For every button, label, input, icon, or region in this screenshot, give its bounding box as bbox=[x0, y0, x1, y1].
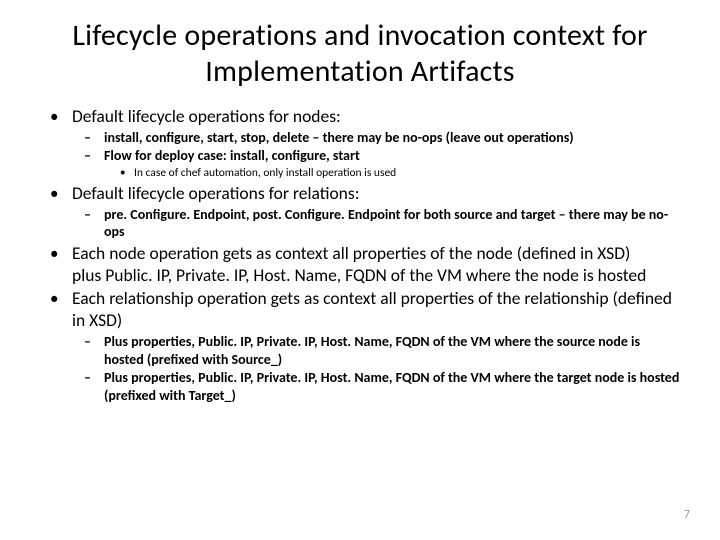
page-number: 7 bbox=[684, 508, 690, 522]
sub-item: install, configure, start, stop, delete … bbox=[72, 129, 680, 147]
bullet-text: Default lifecycle operations for relatio… bbox=[72, 182, 359, 204]
bullet-item: Default lifecycle operations for relatio… bbox=[40, 183, 680, 241]
sub-text: install, configure, start, stop, delete … bbox=[104, 129, 574, 146]
bullet-item: Default lifecycle operations for nodes: … bbox=[40, 106, 680, 181]
sub-item: Plus properties, Public. IP, Private. IP… bbox=[72, 333, 680, 368]
sub2-item: In case of chef automation, only install… bbox=[104, 166, 680, 181]
sub-list: install, configure, start, stop, delete … bbox=[72, 129, 680, 181]
slide-title: Lifecycle operations and invocation cont… bbox=[40, 18, 680, 90]
sub-text: Flow for deploy case: install, configure… bbox=[104, 147, 360, 164]
bullet-text: Default lifecycle operations for nodes: bbox=[72, 105, 341, 127]
bullet-text: Each relationship operation gets as cont… bbox=[72, 287, 672, 331]
sub2-text: In case of chef automation, only install… bbox=[134, 166, 396, 180]
sub-item: Flow for deploy case: install, configure… bbox=[72, 147, 680, 180]
sub-text: pre. Configure. Endpoint, post. Configur… bbox=[104, 206, 668, 241]
sub-text: Plus properties, Public. IP, Private. IP… bbox=[104, 333, 640, 368]
bullet-list: Default lifecycle operations for nodes: … bbox=[40, 106, 680, 404]
sub-list: Plus properties, Public. IP, Private. IP… bbox=[72, 333, 680, 404]
bullet-item: Each node operation gets as context all … bbox=[40, 243, 680, 287]
bullet-text: Each node operation gets as context all … bbox=[72, 242, 646, 286]
sub2-list: In case of chef automation, only install… bbox=[104, 166, 680, 181]
bullet-item: Each relationship operation gets as cont… bbox=[40, 288, 680, 404]
sub-item: Plus properties, Public. IP, Private. IP… bbox=[72, 369, 680, 404]
sub-text: Plus properties, Public. IP, Private. IP… bbox=[104, 369, 679, 404]
sub-list: pre. Configure. Endpoint, post. Configur… bbox=[72, 206, 680, 241]
sub-item: pre. Configure. Endpoint, post. Configur… bbox=[72, 206, 680, 241]
